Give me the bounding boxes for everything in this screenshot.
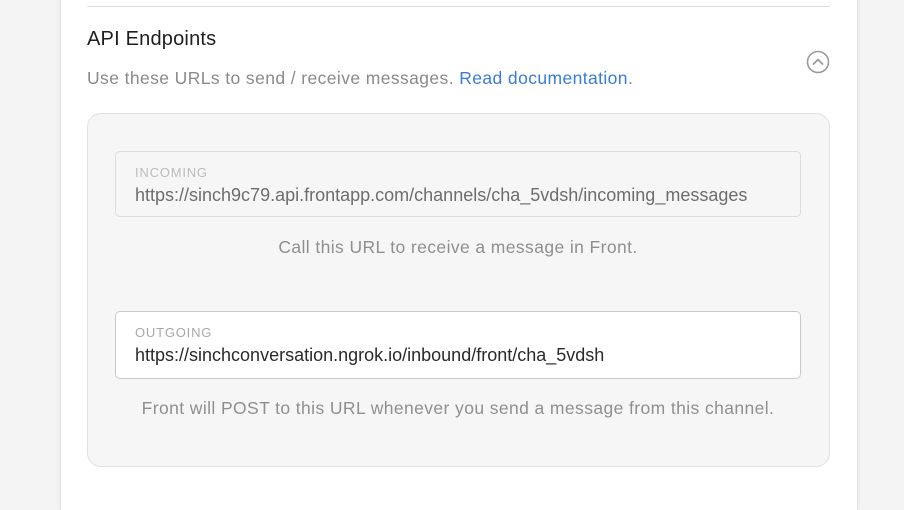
section-divider bbox=[87, 6, 830, 7]
link-suffix: . bbox=[627, 68, 634, 88]
incoming-url-field[interactable]: INCOMING https://sinch9c79.api.frontapp.… bbox=[115, 151, 801, 217]
section-title: API Endpoints bbox=[87, 28, 217, 50]
chevron-up-circle-icon bbox=[806, 50, 830, 74]
outgoing-label: OUTGOING bbox=[135, 325, 213, 340]
collapse-section-button[interactable] bbox=[806, 50, 830, 74]
incoming-url-value[interactable]: https://sinch9c79.api.frontapp.com/chann… bbox=[135, 185, 747, 206]
read-documentation-link[interactable]: Read documentation bbox=[459, 68, 628, 88]
outgoing-url-field[interactable]: OUTGOING https://sinchconversation.ngrok… bbox=[115, 311, 801, 379]
incoming-help-text: Call this URL to receive a message in Fr… bbox=[278, 237, 638, 257]
section-description: Use these URLs to send / receive message… bbox=[87, 68, 633, 89]
section-description-text: Use these URLs to send / receive message… bbox=[87, 68, 454, 88]
outgoing-help-text: Front will POST to this URL whenever you… bbox=[141, 398, 775, 418]
incoming-label: INCOMING bbox=[135, 165, 208, 180]
outgoing-url-value[interactable]: https://sinchconversation.ngrok.io/inbou… bbox=[135, 345, 604, 366]
